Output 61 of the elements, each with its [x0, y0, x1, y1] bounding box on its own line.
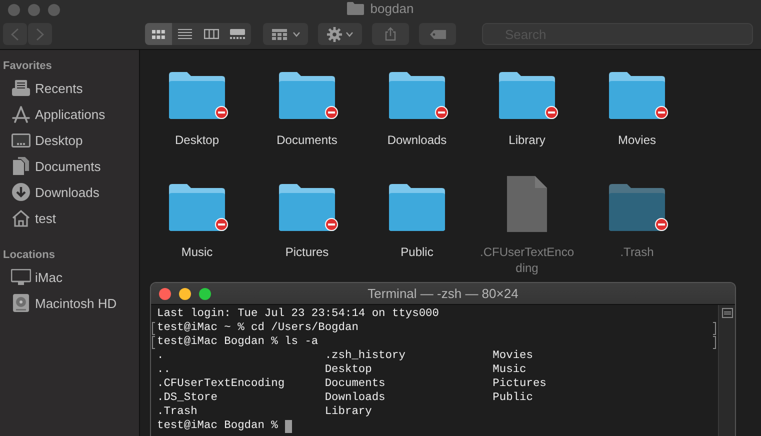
- window-control-button[interactable]: [179, 288, 191, 300]
- sidebar-section-header: Favorites: [2, 59, 53, 74]
- display-icon: [11, 132, 31, 148]
- tag-icon: [430, 30, 446, 38]
- chevron-icon: [11, 28, 19, 40]
- sidebar-item[interactable]: test: [0, 205, 139, 231]
- file-name[interactable]: Public: [400, 244, 434, 260]
- sidebar-item[interactable]: Applications: [0, 101, 139, 127]
- file-name[interactable]: Library: [508, 132, 546, 148]
- folder-icon: [347, 2, 364, 15]
- share-icon: [385, 27, 396, 41]
- sidebar-item[interactable]: Downloads: [0, 179, 139, 205]
- sidebar-item[interactable]: Documents: [0, 153, 139, 179]
- sidebar-item[interactable]: iMac: [0, 264, 139, 290]
- terminal-line: test@iMac Bogdan %: [157, 419, 278, 433]
- file-name[interactable]: Pictures: [285, 244, 329, 260]
- columns-icon: [204, 29, 219, 39]
- file-name[interactable]: .Trash: [620, 244, 654, 260]
- file-name[interactable]: Movies: [618, 132, 656, 148]
- file-name[interactable]: Desktop: [174, 132, 220, 148]
- caret-icon: [346, 32, 353, 36]
- monitor-icon: [11, 268, 31, 286]
- terminal-line: test@iMac Bogdan % ls -a: [157, 335, 318, 349]
- terminal-line: Last login: Tue Jul 23 23:54:14 on ttys000: [157, 307, 439, 321]
- icon-grid-icon: [152, 30, 165, 38]
- document-icon: [13, 157, 29, 175]
- download-icon: [12, 183, 30, 201]
- window-title: bogdan: [370, 1, 414, 16]
- caret-icon: [292, 32, 300, 36]
- settings-icon: [327, 26, 342, 42]
- window-control-button[interactable]: [159, 288, 171, 300]
- chevron-icon: [36, 28, 44, 40]
- file-name[interactable]: .CFUserTextEncoding: [479, 244, 575, 276]
- gallery-icon: [230, 29, 246, 39]
- sidebar-item[interactable]: Macintosh HD: [0, 290, 139, 316]
- terminal-line: .Trash Library: [157, 405, 372, 419]
- terminal-line: . .zsh_history Movies: [157, 349, 533, 363]
- file-name[interactable]: Downloads: [387, 132, 447, 148]
- grid-icon: [272, 28, 286, 40]
- hard-drive-icon: [13, 294, 29, 312]
- share-button[interactable]: [372, 23, 409, 45]
- home-icon: [12, 210, 30, 226]
- drafting-tools-icon: [12, 106, 30, 122]
- sidebar-item[interactable]: Desktop: [0, 127, 139, 153]
- group-button[interactable]: [263, 23, 308, 45]
- terminal-line: .CFUserTextEncoding Documents Pictures: [157, 377, 546, 391]
- file-name[interactable]: Documents: [276, 132, 338, 148]
- terminal-line: test@iMac ~ % cd /Users/Bogdan: [157, 321, 358, 335]
- window-title: Terminal — -zsh — 80×24: [368, 286, 518, 301]
- split-pane-icon[interactable]: [722, 308, 732, 318]
- list-icon: [178, 29, 192, 39]
- action-button[interactable]: [318, 23, 362, 45]
- terminal-line: .. Desktop Music: [157, 363, 526, 377]
- window-control-button[interactable]: [199, 288, 211, 300]
- file-name[interactable]: Music: [181, 244, 213, 260]
- sidebar-item[interactable]: Recents: [0, 75, 139, 101]
- sidebar-section-header: Locations: [2, 248, 56, 263]
- view-mode-button[interactable]: [145, 23, 172, 45]
- tag-button[interactable]: [419, 23, 456, 45]
- terminal-line: .DS_Store Downloads Public: [157, 391, 533, 405]
- tray-icon: [12, 80, 30, 96]
